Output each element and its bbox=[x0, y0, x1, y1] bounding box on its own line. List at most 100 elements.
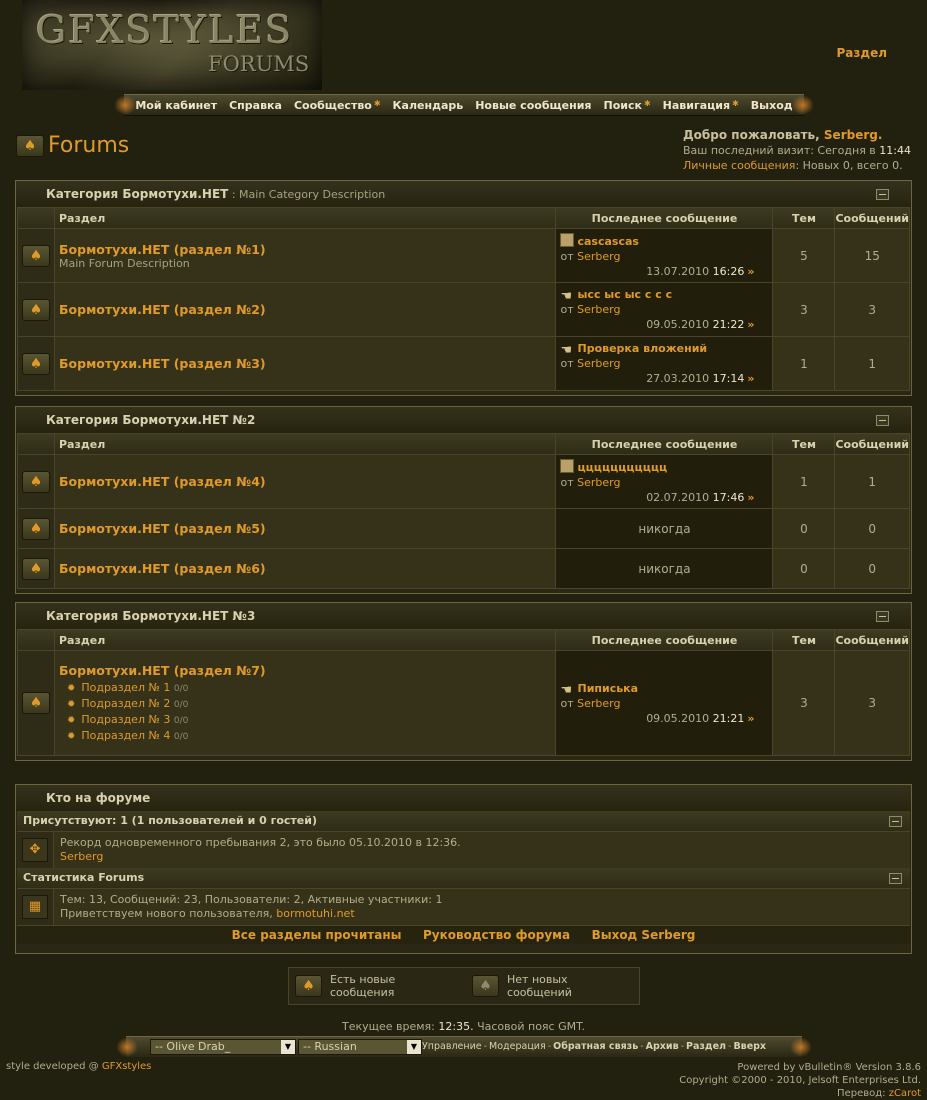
private-messages-count: : Новых 0, всего 0. bbox=[795, 159, 903, 172]
forum-link[interactable]: Бормотухи.НЕТ (раздел №2) bbox=[59, 302, 555, 317]
last-post-date: 27.03.2010 17:14» bbox=[646, 372, 755, 385]
forum-rules-link[interactable]: Руководство форума bbox=[423, 928, 570, 942]
forum-link[interactable]: Бормотухи.НЕТ (раздел №7) bbox=[59, 663, 555, 678]
subforum-link[interactable]: Подраздел № 4 bbox=[81, 729, 170, 742]
subforum-count: 0/0 bbox=[173, 683, 189, 694]
forum-row: ♠ Бормотухи.НЕТ (раздел №3) ☚ Проверка влож… bbox=[18, 337, 909, 390]
footer-link-0[interactable]: Управление bbox=[422, 1041, 482, 1052]
logout-link[interactable]: Выход Serberg bbox=[592, 928, 696, 942]
forum-table: Раздел Последнее сообщение Тем Сообщений ♠ Бо… bbox=[17, 207, 910, 391]
private-messages-link[interactable]: Личные сообщения bbox=[683, 159, 795, 172]
online-user-link[interactable]: Serberg bbox=[60, 850, 461, 864]
last-post-title[interactable]: cascascas bbox=[577, 235, 638, 248]
category-description: : Main Category Description bbox=[228, 188, 386, 201]
last-visit-time: 11:44 bbox=[879, 144, 911, 157]
footer-link-4[interactable]: Раздел bbox=[686, 1041, 726, 1052]
post-icon bbox=[560, 458, 575, 473]
nav-item-1[interactable]: Справка bbox=[223, 99, 288, 112]
last-post-title[interactable]: Проверка вложений bbox=[577, 342, 707, 355]
subforum-bullet-icon: ✹ bbox=[67, 682, 76, 694]
forum-link[interactable]: Бормотухи.НЕТ (раздел №5) bbox=[59, 521, 555, 536]
footer-link-3[interactable]: Архив bbox=[646, 1041, 679, 1052]
footer-link-1[interactable]: Модерация bbox=[489, 1041, 546, 1052]
newest-user-link[interactable]: bormotuhi.net bbox=[276, 907, 354, 920]
forum-link[interactable]: Бормотухи.НЕТ (раздел №1) bbox=[59, 242, 555, 257]
no-new-posts-icon: ♠ bbox=[472, 975, 500, 997]
go-to-last-post-icon[interactable]: » bbox=[747, 712, 754, 725]
subforum-count: 0/0 bbox=[173, 731, 189, 742]
collapse-icon[interactable] bbox=[889, 873, 902, 884]
category-title[interactable]: Категория Бормотухи.НЕТ №3 bbox=[16, 603, 911, 629]
nav-item-5[interactable]: Поиск ✱ bbox=[598, 99, 657, 112]
hand-post-icon: ☚ bbox=[560, 343, 573, 358]
col-threads: Тем bbox=[773, 434, 835, 454]
translator-link[interactable]: zCarot bbox=[889, 1088, 921, 1099]
collapse-icon[interactable] bbox=[876, 189, 889, 200]
subforum-item: ✹ Подраздел № 3 0/0 bbox=[59, 712, 555, 728]
stats-icon: ▦ bbox=[22, 895, 48, 919]
last-post-title[interactable]: ццццццццццц bbox=[577, 461, 667, 474]
welcome-user[interactable]: Serberg. bbox=[824, 128, 883, 142]
collapse-icon[interactable] bbox=[876, 611, 889, 622]
online-record-row: ✥ Рекорд одновременного пребывания 2, эт… bbox=[17, 831, 910, 868]
category-title[interactable]: Категория Бормотухи.НЕТ №2 bbox=[16, 407, 911, 433]
nav-item-4[interactable]: Новые сообщения bbox=[469, 99, 597, 112]
last-post-by: от bbox=[560, 303, 574, 316]
forum-link[interactable]: Бормотухи.НЕТ (раздел №4) bbox=[59, 474, 555, 489]
dropdown-star-icon: ✱ bbox=[732, 98, 739, 108]
go-to-last-post-icon[interactable]: » bbox=[747, 372, 754, 385]
spade-forum-icon: ♠ bbox=[22, 517, 50, 540]
chevron-down-icon: ▼ bbox=[407, 1040, 421, 1054]
subforum-link[interactable]: Подраздел № 1 bbox=[81, 681, 170, 694]
col-threads: Тем bbox=[773, 208, 835, 228]
gfxstyles-link[interactable]: GFXstyles bbox=[102, 1061, 152, 1072]
nav-item-0[interactable]: Мой кабинет bbox=[129, 99, 223, 112]
last-post-user[interactable]: Serberg bbox=[577, 357, 620, 370]
spade-forum-icon: ♠ bbox=[22, 352, 50, 375]
nav-item-3[interactable]: Календарь bbox=[387, 99, 470, 112]
page-title: Forums bbox=[48, 133, 130, 158]
language-select[interactable]: -- Russian ▼ bbox=[298, 1039, 422, 1055]
go-to-last-post-icon[interactable]: » bbox=[747, 265, 754, 278]
dropdown-star-icon: ✱ bbox=[373, 98, 381, 108]
nav-item-7[interactable]: Выход bbox=[745, 99, 799, 112]
footer-link-2[interactable]: Обратная связь bbox=[553, 1041, 638, 1052]
mark-all-read-link[interactable]: Все разделы прочитаны bbox=[232, 928, 402, 942]
category-title[interactable]: Категория Бормотухи.НЕТ : Main Category … bbox=[16, 181, 911, 207]
style-select[interactable]: -- Olive Drab_ ▼ bbox=[150, 1039, 296, 1055]
subforum-link[interactable]: Подраздел № 3 bbox=[81, 713, 170, 726]
last-post-user[interactable]: Serberg bbox=[577, 476, 620, 489]
spade-forum-icon: ♠ bbox=[22, 298, 50, 321]
nav-item-6[interactable]: Навигация ✱ bbox=[657, 99, 745, 112]
post-count: 15 bbox=[835, 229, 909, 282]
collapse-icon[interactable] bbox=[889, 816, 902, 827]
go-to-last-post-icon[interactable]: » bbox=[747, 318, 754, 331]
last-post-date: 09.05.2010 21:21» bbox=[646, 711, 755, 725]
top-forum-link[interactable]: Раздел bbox=[837, 46, 887, 60]
col-last-post: Последнее сообщение bbox=[556, 434, 773, 454]
powered-by: Powered by vBulletin® Version 3.8.6 Copy… bbox=[679, 1062, 921, 1099]
last-post-title[interactable]: ысс ыс ыс с с с bbox=[577, 288, 672, 301]
spade-forum-icon: ♠ bbox=[22, 470, 50, 493]
nav-item-2[interactable]: Сообщество ✱ bbox=[288, 99, 387, 112]
stats-text: Тем: 13, Сообщений: 23, Пользователи: 2,… bbox=[60, 893, 443, 906]
collapse-icon[interactable] bbox=[876, 415, 889, 426]
last-post-cell: ☚ ысс ыс ыс с с с от Serberg 09.05.2010 21:… bbox=[556, 283, 773, 336]
last-post-user[interactable]: Serberg bbox=[577, 250, 620, 263]
col-posts: Сообщений bbox=[835, 208, 909, 228]
last-post-title[interactable]: Пиписька bbox=[577, 682, 638, 695]
footer-link-5[interactable]: Вверх bbox=[733, 1041, 766, 1052]
subforum-item: ✹ Подраздел № 4 0/0 bbox=[59, 728, 555, 744]
col-threads: Тем bbox=[773, 630, 835, 650]
logo-title: GFXSTYLES bbox=[36, 8, 294, 52]
go-to-last-post-icon[interactable]: » bbox=[747, 491, 754, 504]
forum-row: ♠ Бормотухи.НЕТ (раздел №6) никогда 0 0 bbox=[18, 549, 909, 588]
subforum-link[interactable]: Подраздел № 2 bbox=[81, 697, 170, 710]
thread-count: 0 bbox=[773, 509, 835, 548]
style-credit: style developed @ GFXstyles bbox=[6, 1061, 152, 1072]
last-post-user[interactable]: Serberg bbox=[577, 697, 620, 710]
post-count: 1 bbox=[835, 337, 909, 390]
forum-link[interactable]: Бормотухи.НЕТ (раздел №6) bbox=[59, 561, 555, 576]
last-post-user[interactable]: Serberg bbox=[577, 303, 620, 316]
forum-link[interactable]: Бормотухи.НЕТ (раздел №3) bbox=[59, 356, 555, 371]
